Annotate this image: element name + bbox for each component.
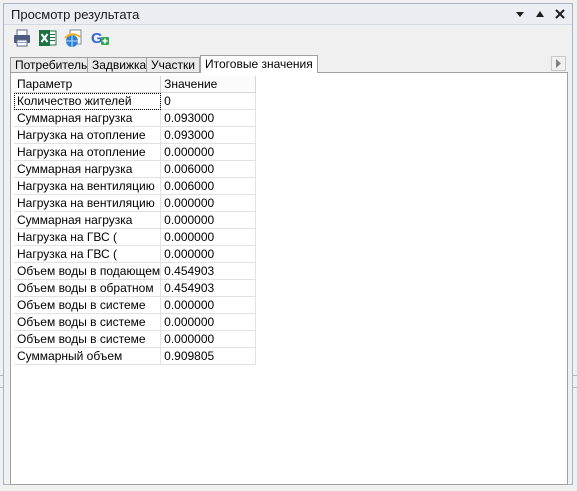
table-row[interactable]: Объем воды в системе 0.000000 — [14, 296, 257, 314]
tab-consumer[interactable]: Потребитель — [10, 57, 93, 73]
table-row[interactable]: Нагрузка на ГВС (0.000000 — [14, 245, 257, 263]
window-title: Просмотр результата — [11, 7, 140, 22]
table-row[interactable]: Нагрузка на вентиляцию 0.000000 — [14, 194, 257, 212]
table-row[interactable]: Суммарная нагрузка 0.093000 — [14, 109, 257, 127]
parameter-cell[interactable]: Объем воды в подающем — [14, 262, 162, 280]
print-icon[interactable] — [12, 28, 32, 48]
parameter-cell[interactable]: Нагрузка на отопление — [14, 126, 162, 144]
parameter-cell[interactable]: Суммарная нагрузка — [14, 109, 162, 127]
parameter-cell[interactable]: Нагрузка на отопление — [14, 143, 162, 161]
table-row[interactable]: Нагрузка на вентиляцию 0.006000 — [14, 177, 257, 195]
column-header-value[interactable]: Значение — [160, 76, 257, 93]
value-cell[interactable]: 0.000000 — [160, 194, 257, 212]
value-cell[interactable]: 0.000000 — [160, 228, 257, 246]
column-header-parameter[interactable]: Параметр — [14, 76, 162, 93]
table-row[interactable]: Нагрузка на отопление 0.093000 — [14, 126, 257, 144]
parameter-cell[interactable]: Объем воды в системе — [14, 313, 162, 331]
title-bar[interactable]: Просмотр результата — [4, 4, 572, 25]
table-row[interactable]: Нагрузка на ГВС (0.000000 — [14, 228, 257, 246]
toolbar: G — [4, 25, 572, 51]
value-cell[interactable]: 0.006000 — [160, 177, 257, 195]
tab-totals[interactable]: Итоговые значения — [200, 55, 318, 73]
parameter-cell[interactable]: Нагрузка на вентиляцию — [14, 177, 162, 195]
result-view-window: Просмотр результата G Потребитель Задвиж… — [3, 3, 573, 485]
tab-sections[interactable]: Участки — [146, 57, 200, 73]
table-row[interactable]: Нагрузка на отопление 0.000000 — [14, 143, 257, 161]
value-cell[interactable]: 0.000000 — [160, 143, 257, 161]
value-cell[interactable]: 0.000000 — [160, 296, 257, 314]
pin-icon[interactable] — [532, 6, 548, 22]
parameter-cell[interactable]: Суммарный объем — [14, 347, 162, 365]
table-row[interactable]: Суммарный объем 0.909805 — [14, 347, 257, 365]
parameter-cell[interactable]: Объем воды в обратном — [14, 279, 162, 297]
svg-text:G: G — [91, 30, 103, 47]
value-cell[interactable]: 0.454903 — [160, 262, 257, 280]
parameter-cell[interactable]: Объем воды в системе — [14, 296, 162, 314]
tab-strip: Потребитель Задвижка Участки Итоговые зн… — [10, 55, 566, 73]
parameter-cell[interactable]: Количество жителей — [14, 92, 162, 110]
value-cell[interactable]: 0.909805 — [160, 347, 257, 365]
value-cell[interactable]: 0.000000 — [160, 330, 257, 348]
dropdown-arrow-icon[interactable] — [512, 6, 528, 22]
close-icon[interactable] — [552, 6, 568, 22]
tab-valve[interactable]: Задвижка — [87, 57, 152, 73]
table-row[interactable]: Количество жителей 0 — [14, 92, 257, 110]
value-cell[interactable]: 0 — [160, 92, 257, 110]
table-row[interactable]: Объем воды в обратном 0.454903 — [14, 279, 257, 297]
parameter-cell[interactable]: Суммарная нагрузка — [14, 211, 162, 229]
web-export-icon[interactable] — [64, 28, 84, 48]
google-add-icon[interactable]: G — [90, 28, 110, 48]
table-row[interactable]: Суммарная нагрузка 0.006000 — [14, 160, 257, 178]
value-cell[interactable]: 0.006000 — [160, 160, 257, 178]
value-cell[interactable]: 0.093000 — [160, 126, 257, 144]
results-table: Параметр Значение Количество жителей 0 Су… — [14, 76, 257, 365]
value-cell[interactable]: 0.000000 — [160, 313, 257, 331]
excel-export-icon[interactable] — [38, 28, 58, 48]
table-header-row: Параметр Значение — [14, 76, 257, 93]
table-row[interactable]: Суммарная нагрузка 0.000000 — [14, 211, 257, 229]
table-row[interactable]: Объем воды в системе 0.000000 — [14, 313, 257, 331]
table-row[interactable]: Объем воды в подающем 0.454903 — [14, 262, 257, 280]
parameter-cell[interactable]: Нагрузка на ГВС ( — [14, 228, 162, 246]
value-cell[interactable]: 0.000000 — [160, 211, 257, 229]
value-cell[interactable]: 0.000000 — [160, 245, 257, 263]
table-row[interactable]: Объем воды в системе 0.000000 — [14, 330, 257, 348]
parameter-cell[interactable]: Суммарная нагрузка — [14, 160, 162, 178]
value-cell[interactable]: 0.093000 — [160, 109, 257, 127]
parameter-cell[interactable]: Нагрузка на ГВС ( — [14, 245, 162, 263]
totals-panel: Параметр Значение Количество жителей 0 Су… — [10, 72, 568, 485]
value-cell[interactable]: 0.454903 — [160, 279, 257, 297]
parameter-cell[interactable]: Нагрузка на вентиляцию — [14, 194, 162, 212]
parameter-cell[interactable]: Объем воды в системе — [14, 330, 162, 348]
tab-scroll-right-icon[interactable] — [551, 56, 566, 71]
